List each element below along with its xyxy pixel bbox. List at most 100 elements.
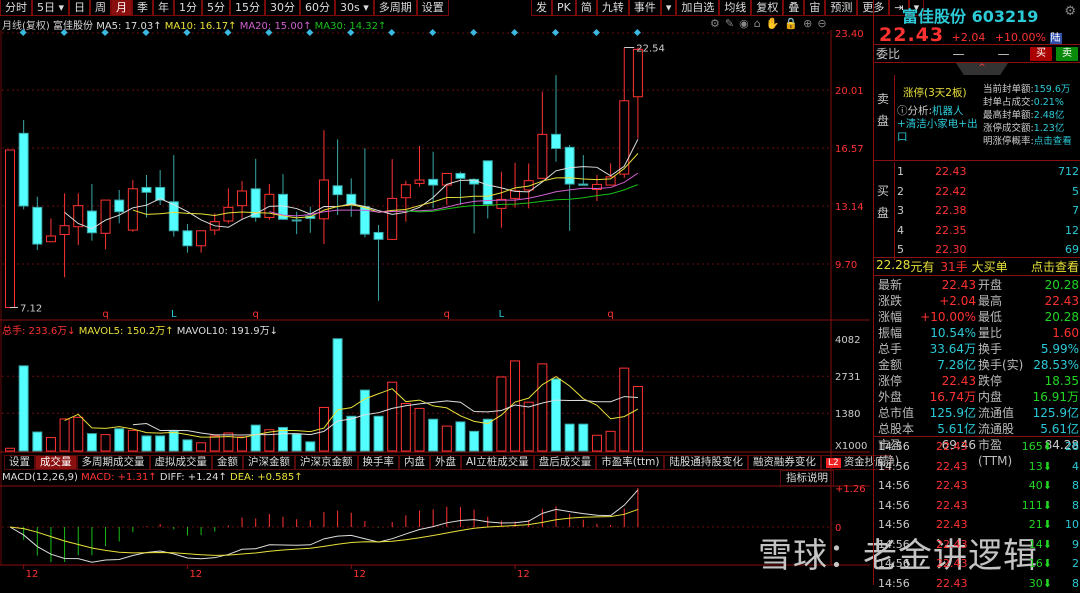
volume-axis-label: 2731 (835, 372, 860, 383)
big-order-link[interactable]: 点击查看 (1031, 258, 1079, 275)
collapse-caret-icon[interactable]: ^ (956, 63, 1008, 75)
trade-price: 22.43 (936, 574, 994, 593)
tab-0[interactable]: 设置 (4, 455, 35, 470)
stat-row: 涨停22.43跌停18.35 (874, 373, 1080, 389)
function-button-1[interactable]: PK (552, 0, 576, 16)
bid-qty: 5 (995, 185, 1080, 198)
function-button-6[interactable]: 加自选 (676, 0, 719, 16)
tab-6[interactable]: 沪深京金额 (295, 455, 358, 470)
bid-level: 1 (895, 165, 935, 178)
bid-row[interactable]: 222.425 (895, 182, 1080, 202)
function-button-9[interactable]: 叠 (783, 0, 804, 16)
tab-1[interactable]: 成交量 (35, 455, 77, 470)
bid-price: 22.38 (935, 204, 995, 217)
tab-10[interactable]: AI立桩成交量 (461, 455, 534, 470)
seal-stat-value: 1.23亿 (1034, 123, 1065, 134)
function-button-4[interactable]: 事件 (629, 0, 661, 16)
indicator-explain-button[interactable]: 指标说明 (780, 470, 834, 486)
tab-3[interactable]: 虚拟成交量 (150, 455, 213, 470)
tab-11[interactable]: 盘后成交量 (534, 455, 597, 470)
function-button-10[interactable]: 宙 (804, 0, 825, 16)
function-button-2[interactable]: 简 (576, 0, 597, 16)
zoom-out-icon[interactable]: ⊖ (817, 17, 826, 30)
bid-row[interactable]: 322.387 (895, 201, 1080, 221)
period-button-7[interactable]: 1分 (174, 0, 202, 16)
tab-label: 沪深金额 (248, 456, 290, 468)
box-icon[interactable]: ⌂ (754, 17, 761, 30)
stat-key: 内盘 (978, 389, 1028, 405)
period-button-1[interactable]: 5日 ▾ (32, 0, 69, 16)
kline-chart[interactable]: 23.4020.0116.5713.149.70408227311380X100… (0, 0, 872, 585)
signal-diamond-icon (470, 29, 477, 36)
buy-side-label: 买盘 (876, 180, 890, 224)
bid-qty: 712 (995, 165, 1080, 178)
period-button-4[interactable]: 月 (111, 0, 132, 16)
stat-value: 5.61亿 (920, 421, 978, 437)
event-marker: q (253, 309, 259, 320)
function-button-8[interactable]: 复权 (751, 0, 783, 16)
tab-8[interactable]: 内盘 (399, 455, 430, 470)
bid-level: 4 (895, 224, 935, 237)
volume-bar (388, 382, 397, 451)
period-button-3[interactable]: 周 (90, 0, 111, 16)
period-button-9[interactable]: 15分 (230, 0, 265, 16)
tab-label: AI立桩成交量 (466, 456, 529, 468)
tab-5[interactable]: 沪深金额 (243, 455, 295, 470)
buy-button[interactable]: 买 (1030, 47, 1052, 61)
seal-stat-row: 涨停成交额:1.23亿 (983, 122, 1072, 135)
tab-4[interactable]: 金额 (212, 455, 243, 470)
date-label: 12 (353, 569, 366, 580)
function-button-0[interactable]: 发 (531, 0, 552, 16)
period-button-12[interactable]: 30s ▾ (335, 0, 374, 16)
tick-trades[interactable]: 14:5622.43165⬇2814:5622.4313⬇414:5622.43… (874, 437, 1080, 593)
tab-13[interactable]: 陆股通持股变化 (664, 455, 748, 470)
seal-stat-value[interactable]: 点击查看 (1034, 136, 1072, 147)
tab-label: 市盈率(ttm) (601, 456, 659, 468)
function-button-5[interactable]: ▾ (661, 0, 677, 16)
stock-name: 富佳股份 (53, 21, 93, 32)
event-marker: q (607, 309, 613, 320)
tab-12[interactable]: 市盈率(ttm) (596, 455, 664, 470)
bid-price: 22.43 (935, 165, 995, 178)
signal-diamond-icon (552, 29, 559, 36)
period-button-0[interactable]: 分时 (0, 0, 32, 16)
function-button-3[interactable]: 九转 (597, 0, 629, 16)
hand-icon[interactable]: ✋ (766, 17, 780, 30)
sell-button[interactable]: 卖 (1056, 47, 1078, 61)
period-button-8[interactable]: 5分 (202, 0, 230, 16)
stat-key: 总市值 (874, 405, 920, 421)
stat-key: 最新 (874, 277, 920, 293)
period-button-5[interactable]: 季 (132, 0, 153, 16)
period-button-6[interactable]: 年 (153, 0, 174, 16)
volume-bar (224, 433, 233, 451)
period-button-10[interactable]: 30分 (265, 0, 300, 16)
volume-bar (565, 424, 574, 451)
tab-14[interactable]: 融资融券变化 (748, 455, 821, 470)
price-axis-label: 16.57 (835, 144, 864, 155)
eye-icon[interactable]: ◉ (739, 17, 749, 30)
period-button-14[interactable]: 设置 (417, 0, 449, 16)
period-button-11[interactable]: 60分 (300, 0, 335, 16)
period-button-2[interactable]: 日 (69, 0, 90, 16)
period-button-13[interactable]: 多周期 (374, 0, 417, 16)
trade-count: 8 (1052, 496, 1080, 516)
function-button-7[interactable]: 均线 (719, 0, 751, 16)
lock-icon[interactable]: 🔒 (784, 17, 798, 30)
settings-icon[interactable]: ⚙ (710, 17, 720, 30)
zoom-in-icon[interactable]: ⊕ (803, 17, 812, 30)
tab-label: 融资融券变化 (753, 456, 816, 468)
function-button-11[interactable]: 预测 (825, 0, 857, 16)
tab-9[interactable]: 外盘 (430, 455, 461, 470)
stat-key: 金额 (874, 357, 920, 373)
pen-icon[interactable]: ✎ (725, 17, 734, 30)
bid-qty: 12 (995, 224, 1080, 237)
date-label: 12 (517, 569, 530, 580)
gear-icon[interactable]: ⚙ (1064, 4, 1076, 19)
volume-bar (87, 434, 96, 451)
bid-row[interactable]: 122.43712 (895, 162, 1080, 182)
trade-price: 22.43 (936, 476, 994, 496)
volume-bar (552, 379, 561, 451)
bid-row[interactable]: 422.3512 (895, 221, 1080, 241)
tab-7[interactable]: 换手率 (358, 455, 400, 470)
tab-2[interactable]: 多周期成交量 (77, 455, 150, 470)
